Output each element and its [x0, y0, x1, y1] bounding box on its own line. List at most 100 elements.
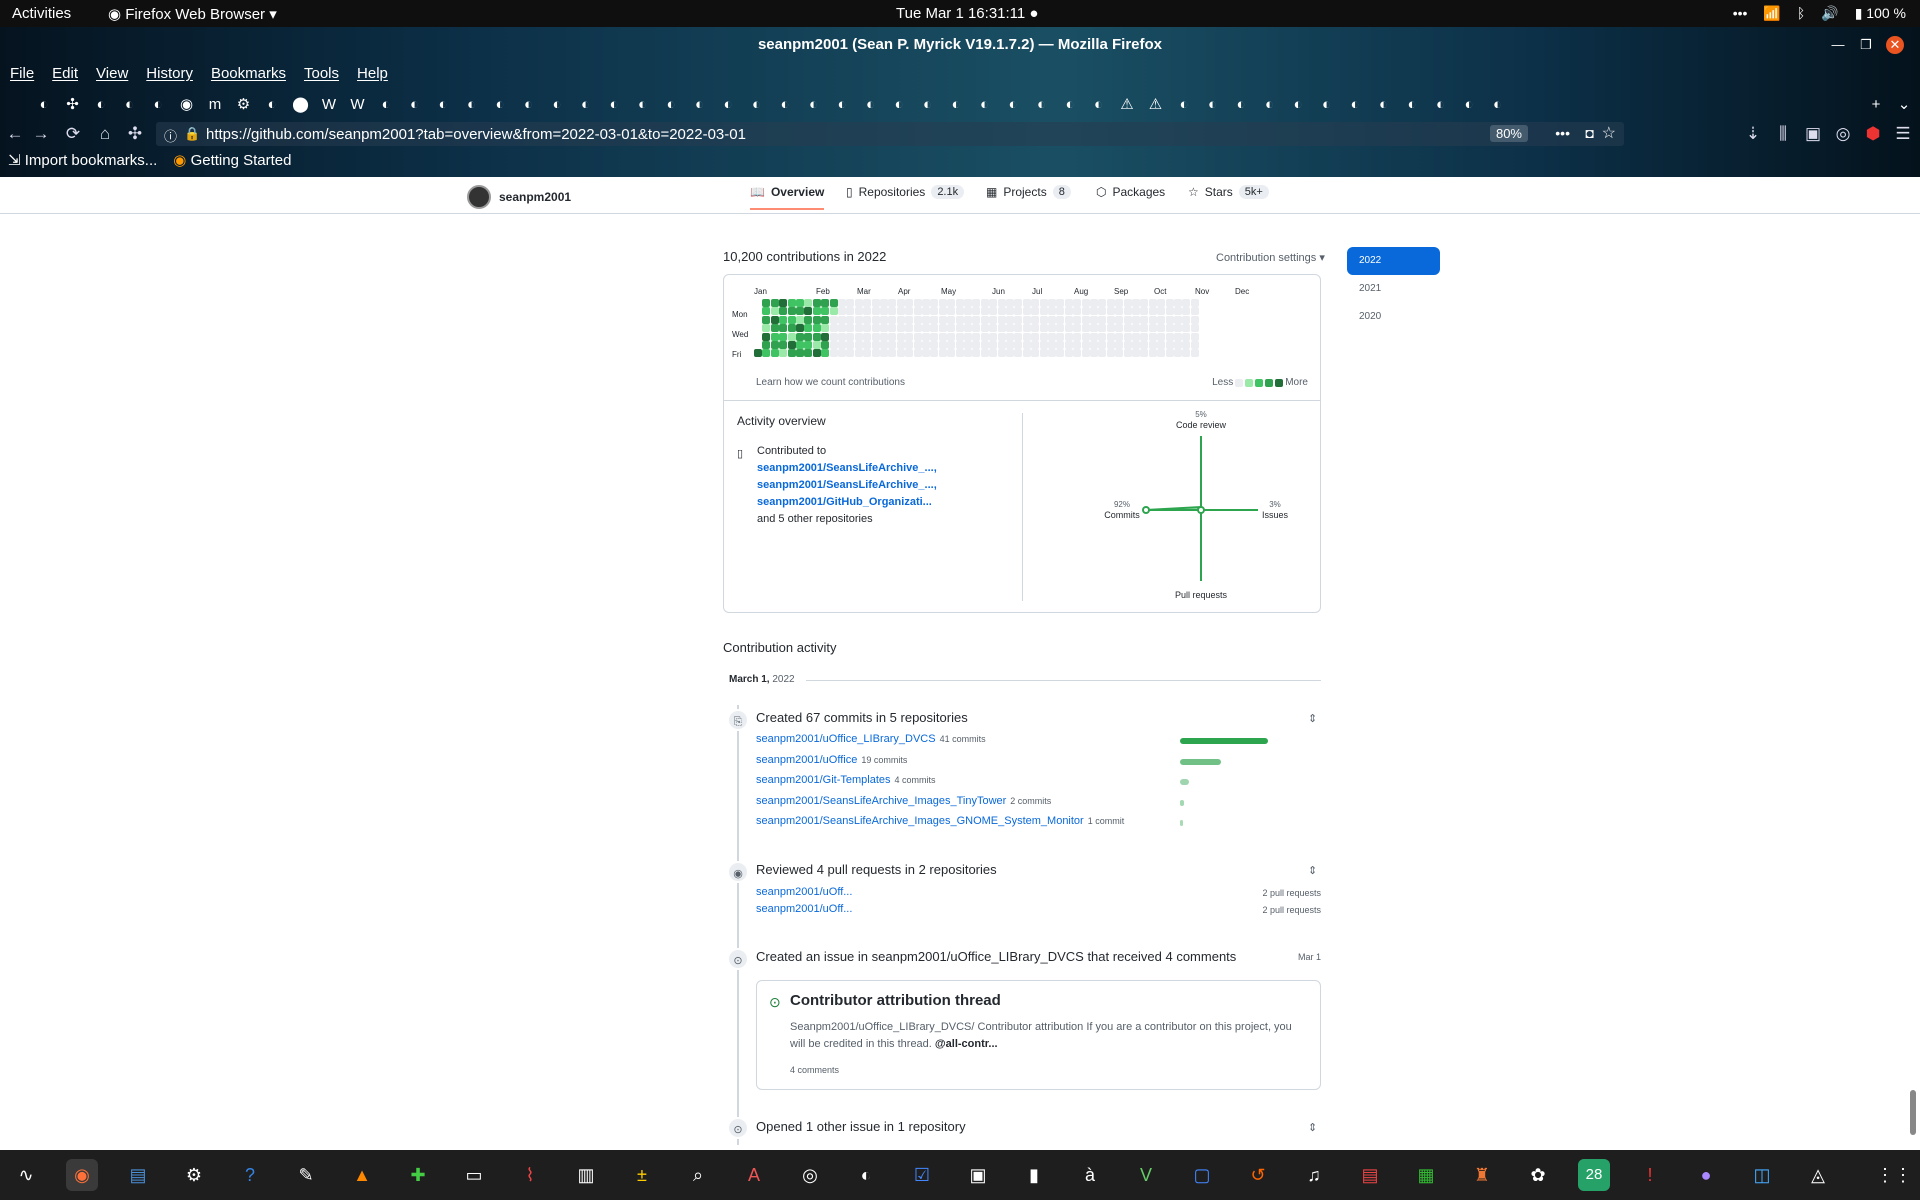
- pocket-icon[interactable]: ◘: [1586, 125, 1594, 141]
- contribution-cell[interactable]: [863, 315, 872, 324]
- library-icon[interactable]: ⫼: [1772, 123, 1794, 145]
- github-icon[interactable]: ◐: [804, 95, 824, 115]
- contribution-cell[interactable]: [1157, 341, 1166, 349]
- account-icon[interactable]: ◎: [1832, 123, 1854, 145]
- back-icon[interactable]: ←: [4, 123, 26, 145]
- minimize-icon[interactable]: —: [1829, 36, 1847, 54]
- contribution-cell[interactable]: [880, 341, 888, 349]
- github-icon[interactable]: ◐: [1003, 95, 1023, 115]
- contribution-cell[interactable]: [1174, 299, 1182, 307]
- activities-button[interactable]: Activities: [12, 5, 71, 22]
- contribution-cell[interactable]: [1081, 315, 1090, 324]
- commit-repo-link[interactable]: seanpm2001/uOffice: [756, 754, 857, 766]
- commit-repo-row[interactable]: seanpm2001/uOffice 19 commits: [756, 754, 907, 766]
- contribution-cell[interactable]: [964, 341, 972, 349]
- alert-icon[interactable]: !: [1634, 1159, 1666, 1191]
- github-icon[interactable]: ◐: [34, 95, 54, 115]
- contribution-cell[interactable]: [972, 332, 981, 341]
- contribution-cell[interactable]: [1073, 341, 1082, 349]
- github-icon[interactable]: ◐: [661, 95, 681, 115]
- contribution-cell[interactable]: [888, 341, 897, 349]
- document-viewer-icon[interactable]: ▤: [122, 1159, 154, 1191]
- archive-icon[interactable]: ▮: [1018, 1159, 1050, 1191]
- contribution-cell[interactable]: [1090, 332, 1098, 341]
- contribution-cell[interactable]: [947, 315, 956, 324]
- contributed-repo-link[interactable]: seanpm2001/GitHub_Organizati...: [757, 494, 937, 511]
- contribution-cell[interactable]: [1031, 324, 1040, 333]
- contribution-cell[interactable]: [829, 307, 838, 316]
- contribution-cell[interactable]: [896, 332, 905, 341]
- contribution-cell[interactable]: [955, 349, 964, 358]
- contribution-cell[interactable]: [980, 332, 989, 341]
- contribution-cell[interactable]: [1031, 332, 1040, 341]
- tab-list-icon[interactable]: ⌄: [1894, 95, 1914, 115]
- contribution-cell[interactable]: [1148, 332, 1157, 341]
- contribution-cell[interactable]: [980, 315, 989, 324]
- contribution-cell[interactable]: [770, 307, 779, 316]
- contribution-cell[interactable]: [796, 307, 804, 316]
- contribution-cell[interactable]: [821, 332, 830, 341]
- github-icon[interactable]: ◐: [1032, 95, 1052, 115]
- contribution-cell[interactable]: [1056, 341, 1065, 349]
- wikipedia-icon[interactable]: W: [319, 95, 339, 115]
- game-icon[interactable]: ♜: [1466, 1159, 1498, 1191]
- github-icon[interactable]: ◐: [718, 95, 738, 115]
- contribution-cell[interactable]: [871, 341, 880, 349]
- tab-packages[interactable]: ⬡ Packages: [1096, 185, 1165, 199]
- contribution-cell[interactable]: [1098, 307, 1107, 316]
- contribution-cell[interactable]: [989, 324, 998, 333]
- contribution-cell[interactable]: [829, 332, 838, 341]
- contribution-cell[interactable]: [1022, 324, 1031, 333]
- contribution-cell[interactable]: [1064, 307, 1073, 316]
- contribution-cell[interactable]: [1039, 315, 1048, 324]
- contribution-cell[interactable]: [1064, 315, 1073, 324]
- contribution-cell[interactable]: [770, 349, 779, 358]
- collapse-icon[interactable]: ⇕: [1308, 712, 1317, 725]
- contribution-cell[interactable]: [1098, 332, 1107, 341]
- contribution-cell[interactable]: [880, 307, 888, 316]
- contribution-cell[interactable]: [880, 299, 888, 307]
- contribution-cell[interactable]: [880, 324, 888, 333]
- duckduckgo-icon[interactable]: ⬤: [291, 95, 311, 115]
- contribution-cell[interactable]: [854, 324, 863, 333]
- avatar[interactable]: [467, 185, 491, 209]
- contribution-cell[interactable]: [1190, 307, 1199, 316]
- contribution-cell[interactable]: [1106, 324, 1115, 333]
- contribution-cell[interactable]: [938, 332, 947, 341]
- contribution-cell[interactable]: [1090, 307, 1098, 316]
- contribution-cell[interactable]: [787, 341, 796, 349]
- year-2022[interactable]: 2022: [1347, 247, 1440, 275]
- sidebar-icon[interactable]: ▣: [1802, 123, 1824, 145]
- contribution-cell[interactable]: [1148, 324, 1157, 333]
- contribution-cell[interactable]: [846, 324, 855, 333]
- contribution-cell[interactable]: [846, 307, 855, 316]
- contribution-cell[interactable]: [838, 299, 846, 307]
- contribution-cell[interactable]: [1090, 349, 1098, 358]
- software-store-icon[interactable]: A: [738, 1159, 770, 1191]
- contribution-cell[interactable]: [905, 341, 914, 349]
- contribution-cell[interactable]: [980, 299, 989, 307]
- contribution-cell[interactable]: [1022, 307, 1031, 316]
- contribution-cell[interactable]: [1031, 299, 1040, 307]
- scanner-icon[interactable]: ◐: [850, 1159, 882, 1191]
- contribution-cell[interactable]: [938, 307, 947, 316]
- contribution-cell[interactable]: [989, 315, 998, 324]
- year-2021[interactable]: 2021: [1347, 275, 1440, 303]
- screen-recorder-icon[interactable]: ●: [1690, 1159, 1722, 1191]
- spreadsheet-icon[interactable]: ▦: [1410, 1159, 1442, 1191]
- contribution-cell[interactable]: [955, 332, 964, 341]
- contribution-cell[interactable]: [1081, 332, 1090, 341]
- contribution-cell[interactable]: [796, 299, 804, 307]
- contribution-cell[interactable]: [1073, 332, 1082, 341]
- year-2020[interactable]: 2020: [1347, 303, 1440, 331]
- contribution-cell[interactable]: [829, 341, 838, 349]
- contribution-cell[interactable]: [989, 341, 998, 349]
- close-icon[interactable]: ✕: [1886, 36, 1904, 54]
- contribution-cell[interactable]: [1132, 349, 1140, 358]
- contribution-cell[interactable]: [930, 341, 939, 349]
- contribution-cell[interactable]: [1132, 341, 1140, 349]
- contribution-cell[interactable]: [1190, 299, 1199, 307]
- contribution-cell[interactable]: [1148, 315, 1157, 324]
- github-icon[interactable]: ◐: [1459, 95, 1479, 115]
- contribution-cell[interactable]: [980, 349, 989, 358]
